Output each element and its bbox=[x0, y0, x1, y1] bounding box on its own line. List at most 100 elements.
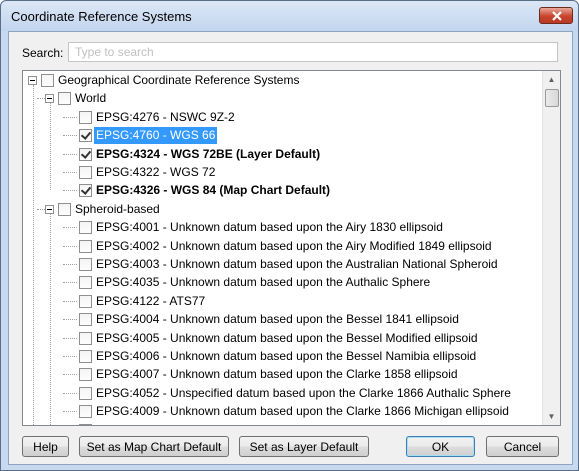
tree-item-label: EPSG:4006 - Unknown datum based upon the… bbox=[96, 349, 477, 363]
scroll-down-arrow-icon[interactable]: ▼ bbox=[543, 408, 560, 425]
title-bar[interactable]: Coordinate Reference Systems bbox=[1, 1, 578, 31]
search-input[interactable] bbox=[68, 42, 558, 62]
checkbox[interactable] bbox=[79, 423, 92, 425]
tree-node-world[interactable]: World bbox=[23, 90, 538, 107]
tree-item-world[interactable]: EPSG:4760 - WGS 66 bbox=[23, 127, 538, 145]
tree-item-spheroid[interactable]: EPSG:4035 - Unknown datum based upon the… bbox=[23, 274, 538, 291]
tree-connector bbox=[63, 300, 77, 302]
tree-connector bbox=[63, 116, 77, 118]
checkbox[interactable] bbox=[58, 202, 71, 216]
collapse-icon[interactable] bbox=[45, 94, 54, 104]
window-title: Coordinate Reference Systems bbox=[11, 9, 192, 24]
tree-item-world[interactable]: EPSG:4276 - NSWC 9Z-2 bbox=[23, 109, 538, 126]
tree-connector bbox=[63, 190, 77, 192]
checkbox[interactable] bbox=[79, 239, 92, 253]
checkbox[interactable] bbox=[79, 313, 92, 327]
tree-connector bbox=[63, 264, 77, 265]
checkbox[interactable] bbox=[79, 166, 92, 179]
tree-item-spheroid[interactable]: EPSG:4003 - Unknown datum based upon the… bbox=[23, 256, 538, 273]
tree-item-world[interactable]: EPSG:4322 - WGS 72 bbox=[23, 164, 538, 181]
tree-item-spheroid[interactable]: EPSG:4052 - Unspecified datum based upon… bbox=[23, 385, 538, 402]
tree-connector bbox=[63, 282, 77, 284]
checkbox[interactable] bbox=[58, 92, 71, 106]
checkbox[interactable] bbox=[79, 276, 92, 290]
set-map-chart-default-button[interactable]: Set as Map Chart Default bbox=[79, 436, 229, 457]
checkbox[interactable] bbox=[79, 294, 92, 308]
ok-button[interactable]: OK bbox=[406, 436, 475, 457]
cancel-button[interactable]: Cancel bbox=[486, 436, 559, 457]
tree-connector bbox=[37, 98, 45, 100]
tree-item-label: EPSG:4005 - Unknown datum based upon the… bbox=[96, 330, 478, 345]
dialog-content: Search: ▲ ▼ Geographical Coordinate Refe… bbox=[8, 31, 573, 465]
checkbox[interactable] bbox=[79, 405, 92, 419]
tree-item-label: EPSG:4760 - WGS 66 bbox=[94, 127, 218, 145]
collapse-icon[interactable] bbox=[45, 204, 54, 214]
tree-connector bbox=[63, 319, 77, 321]
search-label: Search: bbox=[22, 46, 64, 60]
tree-item-label: EPSG:4322 - WGS 72 bbox=[96, 165, 216, 179]
scroll-thumb[interactable] bbox=[545, 89, 559, 107]
tree-item-spheroid[interactable]: EPSG:4006 - Unknown datum based upon the… bbox=[23, 348, 538, 365]
close-button[interactable] bbox=[539, 7, 573, 24]
tree-item-label: World bbox=[75, 91, 107, 106]
tree-connector bbox=[63, 135, 77, 137]
tree-connector bbox=[63, 392, 77, 394]
checkbox[interactable] bbox=[79, 386, 92, 400]
checkbox[interactable] bbox=[79, 147, 92, 161]
tree-item-label: Geographical Coordinate Reference System… bbox=[58, 73, 300, 87]
tree-item-label: EPSG:4007 - Unknown datum based upon the… bbox=[96, 367, 458, 382]
checkbox[interactable] bbox=[41, 74, 54, 87]
tree-item-spheroid[interactable]: EPSG:4001 - Unknown datum based upon the… bbox=[23, 219, 538, 236]
tree-connector bbox=[63, 374, 77, 376]
checkbox[interactable] bbox=[79, 184, 92, 198]
checkbox[interactable] bbox=[79, 368, 92, 382]
checkbox[interactable] bbox=[79, 110, 92, 124]
tree-item-label: EPSG:4008 - Unknown datum based upon the… bbox=[94, 422, 460, 425]
close-icon bbox=[552, 11, 562, 21]
tree-item-spheroid[interactable]: EPSG:4005 - Unknown datum based upon the… bbox=[23, 330, 538, 347]
tree-connector bbox=[33, 85, 34, 425]
tree-connector bbox=[63, 245, 77, 247]
scroll-up-arrow-icon[interactable]: ▲ bbox=[543, 71, 560, 88]
tree-item-label: EPSG:4276 - NSWC 9Z-2 bbox=[96, 109, 235, 124]
tree-connector bbox=[63, 356, 77, 357]
tree-item-spheroid[interactable]: EPSG:4122 - ATS77 bbox=[23, 293, 538, 310]
tree-item-label: EPSG:4003 - Unknown datum based upon the… bbox=[96, 257, 498, 271]
tree-connector bbox=[50, 103, 51, 191]
tree-connector bbox=[50, 213, 51, 425]
tree-item-spheroid[interactable]: EPSG:4008 - Unknown datum based upon the… bbox=[23, 422, 538, 425]
tree-item-world[interactable]: EPSG:4324 - WGS 72BE (Layer Default) bbox=[23, 146, 538, 163]
checkbox[interactable] bbox=[79, 350, 92, 363]
tree-item-world[interactable]: EPSG:4326 - WGS 84 (Map Chart Default) bbox=[23, 182, 538, 199]
tree-item-label: EPSG:4009 - Unknown datum based upon the… bbox=[96, 404, 509, 419]
tree-item-label: EPSG:4122 - ATS77 bbox=[96, 293, 206, 308]
tree-item-label: EPSG:4001 - Unknown datum based upon the… bbox=[96, 220, 443, 235]
tree-item-spheroid[interactable]: EPSG:4002 - Unknown datum based upon the… bbox=[23, 238, 538, 255]
crs-tree[interactable]: ▲ ▼ Geographical Coordinate Reference Sy… bbox=[22, 70, 561, 426]
dialog-window: Coordinate Reference Systems Search: ▲ ▼… bbox=[0, 0, 579, 471]
checkbox[interactable] bbox=[79, 331, 92, 345]
tree-item-spheroid[interactable]: EPSG:4009 - Unknown datum based upon the… bbox=[23, 403, 538, 420]
tree-connector bbox=[63, 172, 77, 173]
tree-item-label: EPSG:4002 - Unknown datum based upon the… bbox=[96, 238, 492, 253]
checkbox[interactable] bbox=[79, 221, 92, 235]
tree-item-label: Spheroid-based bbox=[75, 201, 160, 216]
tree-node-spheroid[interactable]: Spheroid-based bbox=[23, 201, 538, 218]
tree-connector bbox=[63, 227, 77, 229]
tree-node-geographical[interactable]: Geographical Coordinate Reference System… bbox=[23, 72, 538, 89]
tree-item-spheroid[interactable]: EPSG:4007 - Unknown datum based upon the… bbox=[23, 366, 538, 383]
tree-connector bbox=[63, 411, 77, 413]
tree-connector bbox=[37, 208, 45, 210]
tree-item-label: EPSG:4004 - Unknown datum based upon the… bbox=[96, 312, 459, 327]
collapse-icon[interactable] bbox=[28, 76, 37, 85]
tree-item-label: EPSG:4326 - WGS 84 (Map Chart Default) bbox=[96, 183, 331, 198]
tree-item-label: EPSG:4324 - WGS 72BE (Layer Default) bbox=[96, 146, 321, 161]
tree-item-spheroid[interactable]: EPSG:4004 - Unknown datum based upon the… bbox=[23, 311, 538, 328]
checkbox[interactable] bbox=[79, 258, 92, 271]
set-layer-default-button[interactable]: Set as Layer Default bbox=[239, 436, 369, 457]
checkbox[interactable] bbox=[79, 129, 92, 143]
tree-item-label: EPSG:4052 - Unspecified datum based upon… bbox=[96, 385, 511, 400]
tree-item-label: EPSG:4035 - Unknown datum based upon the… bbox=[96, 275, 431, 290]
vertical-scrollbar[interactable]: ▲ ▼ bbox=[542, 71, 560, 425]
help-button[interactable]: Help bbox=[22, 436, 69, 457]
